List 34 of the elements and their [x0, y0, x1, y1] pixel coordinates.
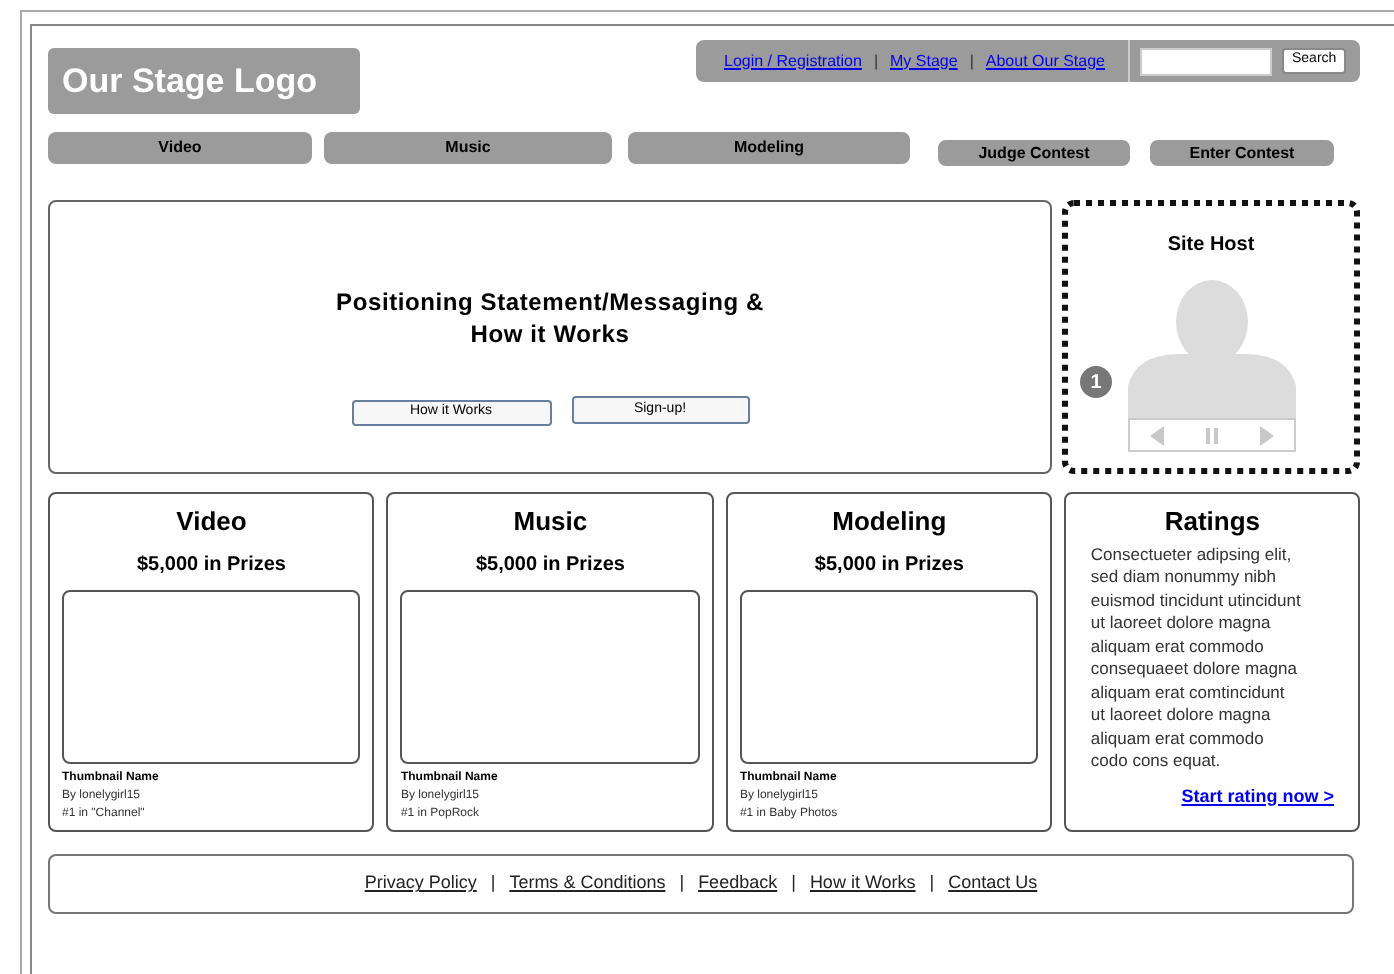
footer-link[interactable]: Terms & Conditions: [509, 870, 666, 898]
prize-text: $5,000 in Prizes: [134, 551, 288, 579]
nav-tab[interactable]: Video: [48, 132, 312, 164]
site-host-title: Site Host: [1167, 232, 1255, 260]
nav-button[interactable]: Judge Contest: [938, 140, 1130, 166]
nav-tab[interactable]: Modeling: [628, 132, 910, 164]
nav-button[interactable]: Enter Contest: [1150, 140, 1334, 166]
previous-icon[interactable]: [1149, 425, 1163, 445]
link-separator: |: [927, 870, 937, 897]
link-separator: |: [677, 870, 687, 897]
next-icon[interactable]: [1259, 425, 1273, 445]
ratings-paragraph: Consectueter adipsing elit, sed diam nonummy nibh euismod tincidunt utincidunt ut laoreet dolore magna aliquam erat commodo consequaeet dolore magna aliquam erat comtincidunt ut laoreet dolore magna aliquam erat commodo codo cons equat.: [1090, 543, 1303, 773]
footer-link[interactable]: Contact Us: [948, 870, 1038, 898]
search-field[interactable]: [1140, 47, 1272, 75]
card-title: Music: [511, 504, 590, 540]
link-separator: |: [488, 870, 498, 897]
footer-link[interactable]: Privacy Policy: [364, 870, 477, 898]
card-title: Modeling: [830, 504, 949, 540]
hero-heading: Positioning Statement/Messaging & How it Works: [336, 286, 764, 350]
pause-icon[interactable]: [1205, 427, 1217, 443]
ratings-title: Ratings: [1162, 504, 1263, 540]
link-separator: |: [967, 49, 976, 73]
link-separator: |: [871, 49, 881, 73]
logo: Our Stage Logo: [48, 48, 360, 114]
person-silhouette-icon: [1127, 278, 1295, 418]
nav-tab[interactable]: Music: [324, 132, 612, 164]
prize-text: $5,000 in Prizes: [473, 551, 627, 579]
start-rating-link[interactable]: Start rating now >: [1181, 783, 1334, 810]
card-title: Video: [174, 504, 249, 540]
link-separator: |: [789, 870, 798, 897]
footer-link[interactable]: How it Works: [809, 870, 916, 898]
prize-text: $5,000 in Prizes: [812, 551, 966, 579]
step-badge: 1: [1080, 366, 1112, 398]
footer-link[interactable]: Feedback: [698, 870, 778, 898]
